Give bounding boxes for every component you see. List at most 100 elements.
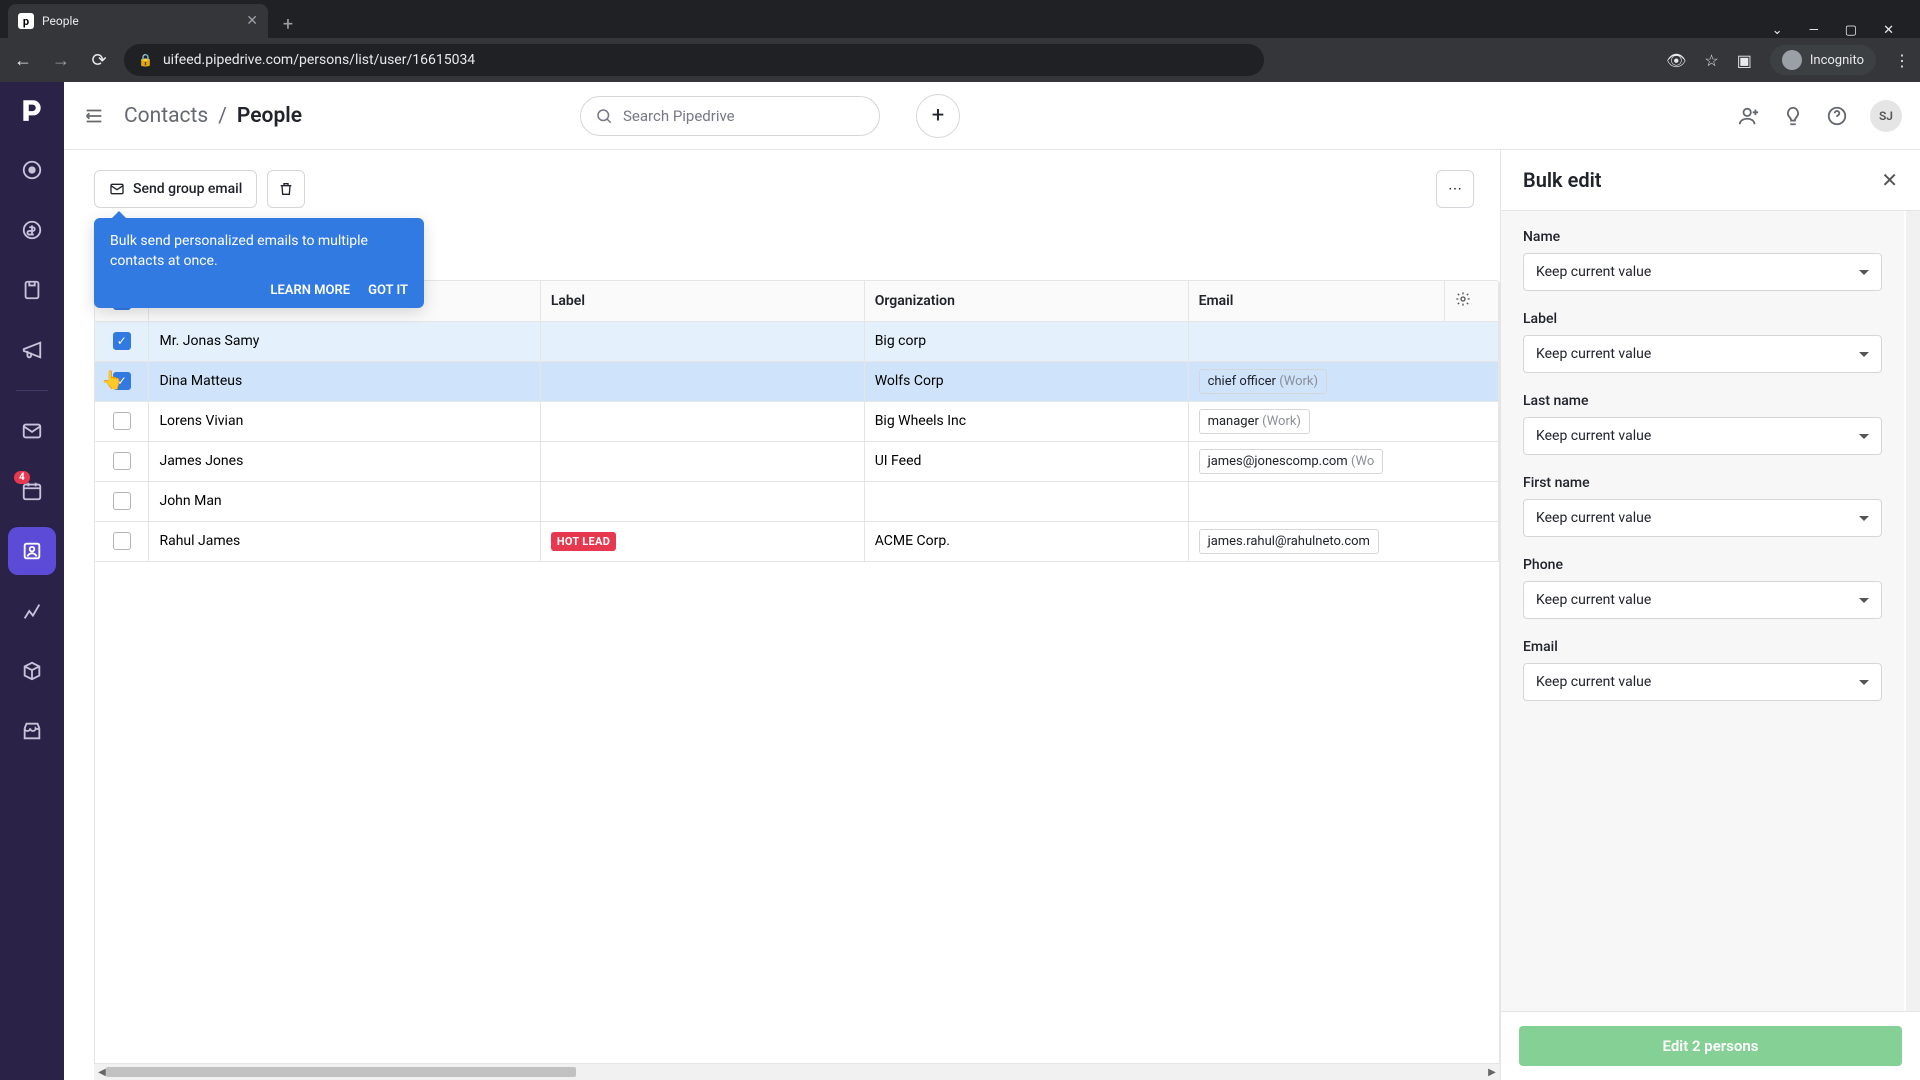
extensions-icon[interactable]: ▣ (1737, 51, 1752, 70)
url-box[interactable]: 🔒 uifeed.pipedrive.com/persons/list/user… (124, 44, 1264, 76)
cell-name: Rahul James (149, 521, 540, 561)
sidebar-item-activities[interactable]: 4 (8, 467, 56, 515)
delete-button[interactable] (267, 170, 305, 208)
minimize-icon[interactable]: — (1809, 23, 1819, 38)
sidebar-item-contacts[interactable] (8, 527, 56, 575)
header-organization[interactable]: Organization (864, 281, 1188, 321)
tooltip-learn-more[interactable]: LEARN MORE (270, 283, 350, 298)
close-window-icon[interactable]: ✕ (1883, 23, 1894, 38)
sidebar-item-marketplace[interactable] (8, 707, 56, 755)
close-icon[interactable]: ✕ (246, 13, 258, 29)
field-first-name: First name Keep current value (1523, 475, 1882, 537)
add-button[interactable]: + (916, 94, 960, 138)
row-checkbox[interactable] (113, 532, 131, 550)
search-placeholder: Search Pipedrive (623, 107, 735, 125)
eye-off-icon[interactable]: 👁 (1666, 51, 1686, 70)
sidebar-item-mail[interactable] (8, 407, 56, 455)
horizontal-scrollbar[interactable]: ◀ ▶ (94, 1064, 1500, 1080)
select-name[interactable]: Keep current value (1523, 253, 1882, 291)
panel-body: Name Keep current value Label Keep curre… (1501, 211, 1904, 1011)
field-email: Email Keep current value (1523, 639, 1882, 701)
ellipsis-icon: ⋯ (1448, 181, 1462, 197)
cell-organization: Wolfs Corp (864, 361, 1188, 401)
cell-email (1188, 321, 1498, 361)
toggle-sidebar-icon[interactable] (82, 104, 106, 128)
sidebar-item-insights[interactable] (8, 587, 56, 635)
sidebar-item-products[interactable] (8, 647, 56, 695)
scroll-right-icon[interactable]: ▶ (1484, 1064, 1500, 1080)
select-last-name[interactable]: Keep current value (1523, 417, 1882, 455)
email-pill: james@jonescomp.com (Wo (1199, 449, 1384, 474)
table-row[interactable]: James JonesUI Feedjames@jonescomp.com (W… (95, 441, 1499, 481)
select-label[interactable]: Keep current value (1523, 335, 1882, 373)
header-email[interactable]: Email (1188, 281, 1444, 321)
table: Label Organization Email ✓Mr. Jonas Samy… (94, 280, 1500, 1064)
row-checkbox[interactable] (113, 452, 131, 470)
cell-organization: Big corp (864, 321, 1188, 361)
table-row[interactable]: John Man (95, 481, 1499, 521)
table-settings[interactable] (1444, 281, 1498, 321)
tooltip-got-it[interactable]: GOT IT (368, 283, 408, 298)
tips-icon[interactable] (1782, 105, 1804, 127)
incognito-icon (1782, 50, 1802, 70)
field-phone: Phone Keep current value (1523, 557, 1882, 619)
cell-label: HOT LEAD (540, 521, 864, 561)
breadcrumb-parent[interactable]: Contacts (124, 104, 208, 128)
bookmark-icon[interactable]: ☆ (1704, 51, 1718, 70)
reload-icon[interactable]: ⟳ (86, 47, 112, 73)
label-phone: Phone (1523, 557, 1882, 573)
cell-label (540, 441, 864, 481)
more-actions-button[interactable]: ⋯ (1436, 170, 1474, 208)
header-label[interactable]: Label (540, 281, 864, 321)
topbar: Contacts / People Search Pipedrive + SJ (64, 82, 1920, 150)
table-row[interactable]: 👆✓Dina MatteusWolfs Corpchief officer (W… (95, 361, 1499, 401)
cell-organization: Big Wheels Inc (864, 401, 1188, 441)
label-label: Label (1523, 311, 1882, 327)
scroll-thumb[interactable] (106, 1067, 576, 1077)
back-icon[interactable]: ← (10, 47, 36, 73)
row-checkbox[interactable] (113, 492, 131, 510)
gear-icon (1455, 291, 1471, 307)
cell-label (540, 401, 864, 441)
help-icon[interactable] (1826, 105, 1848, 127)
cell-organization: UI Feed (864, 441, 1188, 481)
address-bar: ← → ⟳ 🔒 uifeed.pipedrive.com/persons/lis… (0, 38, 1920, 82)
select-phone[interactable]: Keep current value (1523, 581, 1882, 619)
bulk-edit-panel: Bulk edit ✕ Name Keep current value Labe… (1500, 150, 1920, 1080)
row-checkbox[interactable]: ✓ (113, 372, 131, 390)
sidebar-item-leads[interactable] (8, 146, 56, 194)
avatar[interactable]: SJ (1870, 100, 1902, 132)
label-email: Email (1523, 639, 1882, 655)
search-input[interactable]: Search Pipedrive (580, 96, 880, 136)
url-text: uifeed.pipedrive.com/persons/list/user/1… (163, 52, 475, 68)
logo[interactable] (16, 94, 48, 126)
close-panel-icon[interactable]: ✕ (1881, 168, 1898, 192)
maximize-icon[interactable]: ▢ (1845, 23, 1857, 38)
table-row[interactable]: ✓Mr. Jonas SamyBig corp (95, 321, 1499, 361)
select-first-name[interactable]: Keep current value (1523, 499, 1882, 537)
browser-chrome: p People ✕ + ⌄ — ▢ ✕ ← → ⟳ 🔒 uifeed.pipe… (0, 0, 1920, 82)
sidebar-item-campaigns[interactable] (8, 326, 56, 374)
select-email[interactable]: Keep current value (1523, 663, 1882, 701)
row-checkbox[interactable]: ✓ (113, 332, 131, 350)
table-row[interactable]: Lorens VivianBig Wheels Incmanager (Work… (95, 401, 1499, 441)
vertical-scrollbar[interactable] (1906, 211, 1920, 1011)
email-pill: james.rahul@rahulneto.com (1199, 529, 1379, 554)
window-controls: ⌄ — ▢ ✕ (1772, 23, 1912, 38)
field-last-name: Last name Keep current value (1523, 393, 1882, 455)
sidebar-item-projects[interactable] (8, 266, 56, 314)
invite-user-icon[interactable] (1738, 105, 1760, 127)
save-button[interactable]: Edit 2 persons (1519, 1026, 1902, 1066)
tabs-dropdown-icon[interactable]: ⌄ (1772, 23, 1783, 38)
new-tab-button[interactable]: + (274, 10, 302, 38)
cell-email (1188, 481, 1498, 521)
table-row[interactable]: Rahul JamesHOT LEADACME Corp.james.rahul… (95, 521, 1499, 561)
incognito-badge[interactable]: Incognito (1770, 45, 1876, 75)
breadcrumb-current: People (237, 104, 302, 128)
kebab-icon[interactable]: ⋮ (1894, 51, 1910, 70)
send-group-email-button[interactable]: Send group email (94, 170, 257, 208)
row-checkbox[interactable] (113, 412, 131, 430)
browser-tab[interactable]: p People ✕ (8, 4, 268, 38)
forward-icon[interactable]: → (48, 47, 74, 73)
sidebar-item-deals[interactable] (8, 206, 56, 254)
